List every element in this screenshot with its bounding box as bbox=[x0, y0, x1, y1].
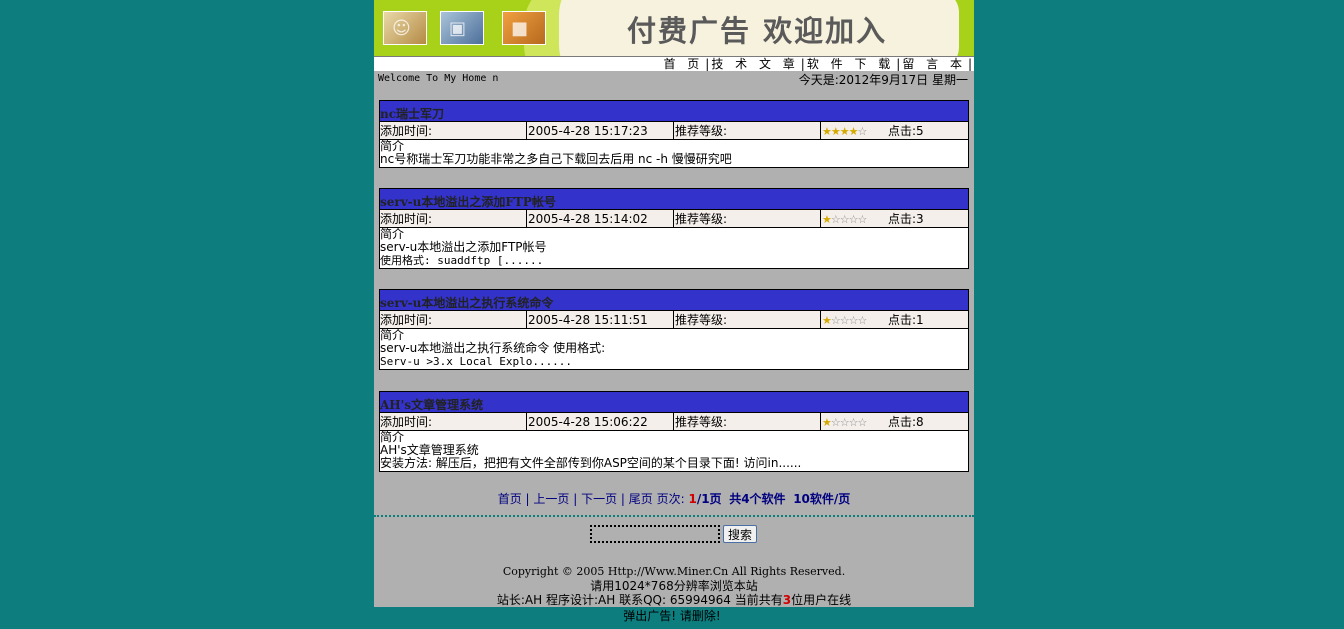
current-page: 1 bbox=[688, 492, 697, 506]
added-time: 2005-4-28 15:14:02 bbox=[526, 210, 648, 227]
search-input[interactable] bbox=[590, 525, 720, 543]
person-photo-icon: ☺ bbox=[383, 11, 427, 45]
click-count: 点击:8 bbox=[888, 415, 924, 429]
popup-note: 弹出广告! 请删除! bbox=[623, 609, 721, 623]
article-meta: 添加时间: 2005-4-28 15:14:02 推荐等级: ★☆☆☆☆ 点击:… bbox=[380, 210, 968, 228]
page-label: 页次: bbox=[656, 492, 685, 506]
added-label: 添加时间: bbox=[380, 313, 433, 327]
pager-last[interactable]: 尾页 bbox=[629, 492, 653, 506]
intro-line: serv-u本地溢出之执行系统命令 使用格式: bbox=[380, 341, 606, 355]
intro-line: 使用格式: suaddftp [...... bbox=[380, 254, 544, 267]
article-intro: 简介 AH's文章管理系统 安装方法: 解压后，把把有文件全部传到你ASP空间的… bbox=[380, 431, 968, 471]
rating-stars: ★☆☆☆☆ bbox=[820, 413, 867, 430]
admin-info: 站长:AH 程序设计:AH 联系QQ: 65994964 当前共有3位用户在线 bbox=[496, 593, 852, 607]
pager-next[interactable]: 下一页 bbox=[581, 492, 617, 506]
intro-line: 安装方法: 解压后，把把有文件全部传到你ASP空间的某个目录下面! 访问in..… bbox=[380, 456, 802, 470]
added-time: 2005-4-28 15:11:51 bbox=[526, 311, 648, 328]
item-count: 共4个软件 bbox=[729, 492, 786, 506]
article-title[interactable]: nc瑞士军刀 bbox=[380, 101, 968, 122]
added-time: 2005-4-28 15:17:23 bbox=[526, 122, 648, 139]
click-count: 点击:5 bbox=[888, 124, 924, 138]
ad-banner[interactable]: ☺ ▣ ■ 付费广告 欢迎加入 bbox=[374, 0, 974, 57]
divider bbox=[374, 515, 974, 517]
added-label: 添加时间: bbox=[380, 212, 433, 226]
nav-articles[interactable]: 技 术 文 章 bbox=[711, 57, 798, 71]
rating-label: 推荐等级: bbox=[673, 122, 728, 139]
nav-home[interactable]: 首 页 bbox=[663, 57, 703, 71]
nav-downloads[interactable]: 软 件 下 载 bbox=[807, 57, 894, 71]
computer-photo-icon: ▣ bbox=[440, 11, 484, 45]
article-title[interactable]: serv-u本地溢出之执行系统命令 bbox=[380, 290, 968, 311]
pager-prev[interactable]: 上一页 bbox=[533, 492, 569, 506]
nav-guestbook[interactable]: 留 言 本 bbox=[902, 57, 966, 71]
article-intro: 简介 serv-u本地溢出之添加FTP帐号 使用格式: suaddftp [..… bbox=[380, 228, 968, 268]
rating-stars: ★☆☆☆☆ bbox=[820, 311, 867, 328]
rating-stars: ★☆☆☆☆ bbox=[820, 210, 867, 227]
top-nav: 首 页 | 技 术 文 章 | 软 件 下 载 | 留 言 本 | bbox=[374, 57, 974, 71]
article-item: nc瑞士军刀 添加时间: 2005-4-28 15:17:23 推荐等级: ★★… bbox=[379, 100, 969, 168]
rating-stars: ★★★★☆ bbox=[820, 122, 867, 139]
article-item: AH's文章管理系统 添加时间: 2005-4-28 15:06:22 推荐等级… bbox=[379, 391, 969, 472]
click-count: 点击:3 bbox=[888, 212, 924, 226]
search-button[interactable]: 搜索 bbox=[723, 525, 757, 543]
article-item: serv-u本地溢出之执行系统命令 添加时间: 2005-4-28 15:11:… bbox=[379, 289, 969, 370]
copyright: Copyright © 2005 Http://Www.Miner.Cn All… bbox=[502, 565, 846, 578]
star-icon: ★☆☆☆☆ bbox=[822, 416, 867, 429]
intro-line: nc号称瑞士军刀功能非常之多自己下载回去后用 nc -h 慢慢研究吧 bbox=[380, 152, 732, 166]
welcome-text: Welcome To My Home n bbox=[378, 73, 499, 84]
online-count: 3 bbox=[782, 593, 792, 607]
total-pages: /1页 bbox=[696, 492, 722, 506]
per-page: 10软件/页 bbox=[793, 492, 851, 506]
intro-line: Serv-u >3.x Local Explo...... bbox=[380, 355, 573, 368]
star-icon: ★★★★☆ bbox=[822, 125, 867, 138]
footer: Copyright © 2005 Http://Www.Miner.Cn All… bbox=[374, 565, 974, 607]
star-icon: ★☆☆☆☆ bbox=[822, 314, 867, 327]
article-title[interactable]: serv-u本地溢出之添加FTP帐号 bbox=[380, 189, 968, 210]
banner-text: 付费广告 欢迎加入 bbox=[627, 14, 888, 48]
added-label: 添加时间: bbox=[380, 415, 433, 429]
rating-label: 推荐等级: bbox=[673, 210, 728, 227]
article-intro: 简介 nc号称瑞士军刀功能非常之多自己下载回去后用 nc -h 慢慢研究吧 bbox=[380, 140, 968, 167]
pager-first[interactable]: 首页 bbox=[498, 492, 522, 506]
added-label: 添加时间: bbox=[380, 124, 433, 138]
article-meta: 添加时间: 2005-4-28 15:06:22 推荐等级: ★☆☆☆☆ 点击:… bbox=[380, 413, 968, 431]
page-container: ☺ ▣ ■ 付费广告 欢迎加入 首 页 | 技 术 文 章 | 软 件 下 载 | 留 言 … bbox=[374, 0, 974, 607]
article-meta: 添加时间: 2005-4-28 15:17:23 推荐等级: ★★★★☆ 点击:… bbox=[380, 122, 968, 140]
intro-line: serv-u本地溢出之添加FTP帐号 bbox=[380, 240, 547, 254]
article-item: serv-u本地溢出之添加FTP帐号 添加时间: 2005-4-28 15:14… bbox=[379, 188, 969, 269]
rating-label: 推荐等级: bbox=[673, 413, 728, 430]
article-intro: 简介 serv-u本地溢出之执行系统命令 使用格式: Serv-u >3.x L… bbox=[380, 329, 968, 369]
box-photo-icon: ■ bbox=[502, 11, 546, 45]
click-count: 点击:1 bbox=[888, 313, 924, 327]
date-text: 今天是:2012年9月17日 星期一 bbox=[798, 73, 968, 87]
rating-label: 推荐等级: bbox=[673, 311, 728, 328]
article-title[interactable]: AH's文章管理系统 bbox=[380, 392, 968, 413]
added-time: 2005-4-28 15:06:22 bbox=[526, 413, 648, 430]
article-meta: 添加时间: 2005-4-28 15:11:51 推荐等级: ★☆☆☆☆ 点击:… bbox=[380, 311, 968, 329]
resolution-note: 请用1024*768分辨率浏览本站 bbox=[590, 579, 758, 593]
star-icon: ★☆☆☆☆ bbox=[822, 213, 867, 226]
pager: 首页 | 上一页 | 下一页 | 尾页 页次: 1/1页 共4个软件 10软件/… bbox=[497, 492, 851, 506]
